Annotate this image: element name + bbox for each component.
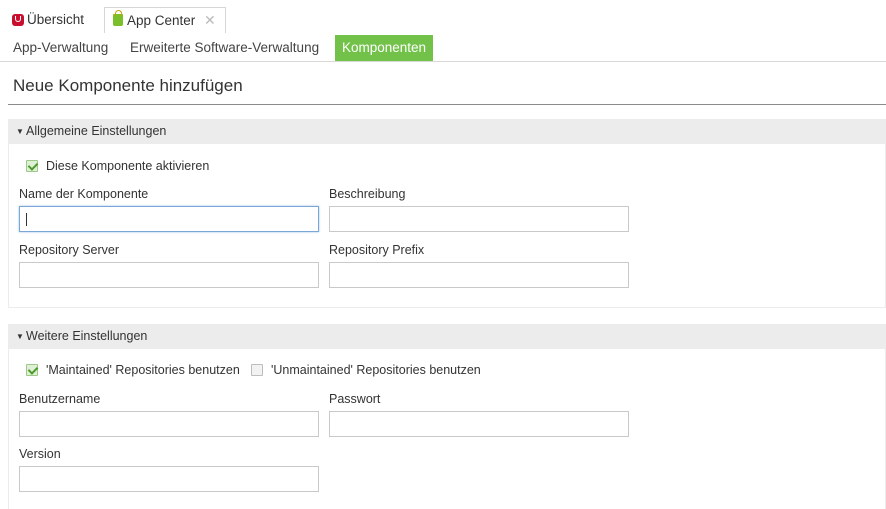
general-settings-header[interactable]: ▼ Allgemeine Einstellungen bbox=[9, 119, 885, 144]
password-label: Passwort bbox=[329, 392, 381, 406]
password-input[interactable] bbox=[329, 411, 629, 437]
tab-app-center[interactable]: App Center ✕ bbox=[104, 7, 226, 33]
close-icon[interactable]: ✕ bbox=[204, 8, 216, 33]
maintained-label: 'Maintained' Repositories benutzen bbox=[46, 363, 240, 377]
subnav-komponenten[interactable]: Komponenten bbox=[335, 35, 433, 61]
version-label: Version bbox=[19, 447, 61, 461]
server-input[interactable] bbox=[19, 262, 319, 288]
module-subnav: App-Verwaltung Erweiterte Software-Verwa… bbox=[0, 35, 886, 62]
unmaintained-label: 'Unmaintained' Repositories benutzen bbox=[271, 363, 481, 377]
ucs-logo-icon bbox=[12, 14, 24, 26]
description-input[interactable] bbox=[329, 206, 629, 232]
top-tab-bar: Übersicht App Center ✕ bbox=[0, 0, 886, 34]
tab-overview[interactable]: Übersicht bbox=[9, 7, 101, 33]
general-settings-section: ▼ Allgemeine Einstellungen Diese Kompone… bbox=[8, 119, 886, 308]
prefix-input[interactable] bbox=[329, 262, 629, 288]
general-settings-title: Allgemeine Einstellungen bbox=[26, 124, 167, 138]
activate-checkbox[interactable] bbox=[26, 160, 38, 172]
title-divider bbox=[8, 104, 886, 105]
prefix-label: Repository Prefix bbox=[329, 243, 425, 257]
app-center-icon bbox=[113, 10, 123, 26]
username-label: Benutzername bbox=[19, 392, 101, 406]
maintained-checkbox[interactable] bbox=[26, 364, 38, 376]
name-label: Name der Komponente bbox=[19, 187, 149, 201]
subnav-app-verwaltung[interactable]: App-Verwaltung bbox=[13, 35, 108, 61]
subnav-software-verwaltung[interactable]: Erweiterte Software-Verwaltung bbox=[130, 35, 319, 61]
username-input[interactable] bbox=[19, 411, 319, 437]
activate-label: Diese Komponente aktivieren bbox=[46, 159, 210, 173]
caret-down-icon: ▼ bbox=[16, 332, 24, 341]
name-input[interactable] bbox=[19, 206, 319, 232]
unmaintained-checkbox[interactable] bbox=[251, 364, 263, 376]
more-settings-section: ▼ Weitere Einstellungen 'Maintained' Rep… bbox=[8, 324, 886, 509]
more-settings-title: Weitere Einstellungen bbox=[26, 329, 148, 343]
server-label: Repository Server bbox=[19, 243, 120, 257]
text-cursor bbox=[26, 213, 27, 226]
tab-overview-label: Übersicht bbox=[27, 12, 85, 27]
page-title: Neue Komponente hinzufügen bbox=[13, 76, 243, 95]
version-input[interactable] bbox=[19, 466, 319, 492]
description-label: Beschreibung bbox=[329, 187, 406, 201]
caret-down-icon: ▼ bbox=[16, 127, 24, 136]
more-settings-header[interactable]: ▼ Weitere Einstellungen bbox=[9, 324, 885, 349]
tab-app-center-label: App Center bbox=[127, 13, 196, 28]
